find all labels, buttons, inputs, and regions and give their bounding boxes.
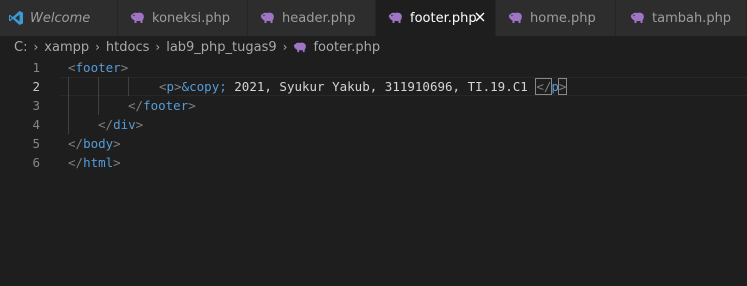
code-line[interactable]: 6 </html> <box>0 153 747 172</box>
breadcrumb-item-drive[interactable]: C: <box>14 40 27 55</box>
php-elephant-icon <box>508 12 524 24</box>
line-number: 4 <box>32 117 40 132</box>
breadcrumb-item-xampp[interactable]: xampp <box>44 40 89 55</box>
chevron-right-icon: › <box>33 40 39 54</box>
indent-guide <box>68 96 69 115</box>
indent-guide <box>98 96 99 115</box>
tab-home-php[interactable]: home.php <box>496 0 616 36</box>
indent-guide <box>68 115 69 134</box>
code-text: <p>&copy; 2021, Syukur Yakub, 311910696,… <box>159 78 568 95</box>
breadcrumb-item-htdocs[interactable]: htdocs <box>106 40 149 55</box>
line-number: 2 <box>32 79 40 94</box>
tab-label: koneksi.php <box>152 10 231 26</box>
breadcrumb-item-file[interactable]: footer.php <box>293 40 380 55</box>
tab-welcome[interactable]: Welcome <box>0 0 118 36</box>
editor-tab-bar: Welcome koneksi.php header.php footer.ph… <box>0 0 747 36</box>
line-number: 1 <box>32 60 40 75</box>
code-line[interactable]: 5 </body> <box>0 134 747 153</box>
code-editor[interactable]: 1 <footer> 2 <p>&copy; 2021, Syukur Yaku… <box>0 58 747 286</box>
code-line-current[interactable]: 2 <p>&copy; 2021, Syukur Yakub, 31191069… <box>0 77 747 96</box>
tab-header-php[interactable]: header.php <box>248 0 376 36</box>
breadcrumb-item-folder[interactable]: lab9_php_tugas9 <box>166 40 276 55</box>
indent-guide <box>98 77 99 96</box>
chevron-right-icon: › <box>95 40 100 54</box>
php-elephant-icon <box>293 42 308 53</box>
php-elephant-icon <box>388 12 404 24</box>
close-icon[interactable] <box>473 10 487 24</box>
code-line[interactable]: 1 <footer> <box>0 58 747 77</box>
code-text: <footer> <box>68 60 129 75</box>
chevron-right-icon: › <box>282 40 288 54</box>
breadcrumb-file-label: footer.php <box>313 39 381 55</box>
tab-label: home.php <box>530 10 596 26</box>
vscode-logo-icon <box>8 10 24 26</box>
tab-label: header.php <box>282 10 356 26</box>
chevron-right-icon: › <box>155 40 161 54</box>
code-text: </footer> <box>128 98 196 113</box>
tab-label: tambah.php <box>652 10 732 26</box>
code-line[interactable]: 4 </div> <box>0 115 747 134</box>
code-text: </body> <box>68 136 121 151</box>
tab-tambah-php[interactable]: tambah.php <box>616 0 747 36</box>
tab-label: footer.php <box>410 10 477 26</box>
indent-guide <box>68 77 69 96</box>
php-elephant-icon <box>130 12 146 24</box>
php-elephant-icon <box>260 12 276 24</box>
code-text: </div> <box>98 117 144 132</box>
tab-label: Welcome <box>30 10 91 26</box>
tab-footer-php[interactable]: footer.php <box>376 0 496 36</box>
code-text: </html> <box>68 155 121 170</box>
code-line[interactable]: 3 </footer> <box>0 96 747 115</box>
line-number: 5 <box>32 136 40 151</box>
php-elephant-icon <box>630 12 646 24</box>
line-number: 3 <box>32 98 40 113</box>
tab-koneksi-php[interactable]: koneksi.php <box>118 0 248 36</box>
indent-guide <box>128 77 129 96</box>
breadcrumb: C: › xampp › htdocs › lab9_php_tugas9 › … <box>0 36 747 58</box>
line-number: 6 <box>32 155 40 170</box>
